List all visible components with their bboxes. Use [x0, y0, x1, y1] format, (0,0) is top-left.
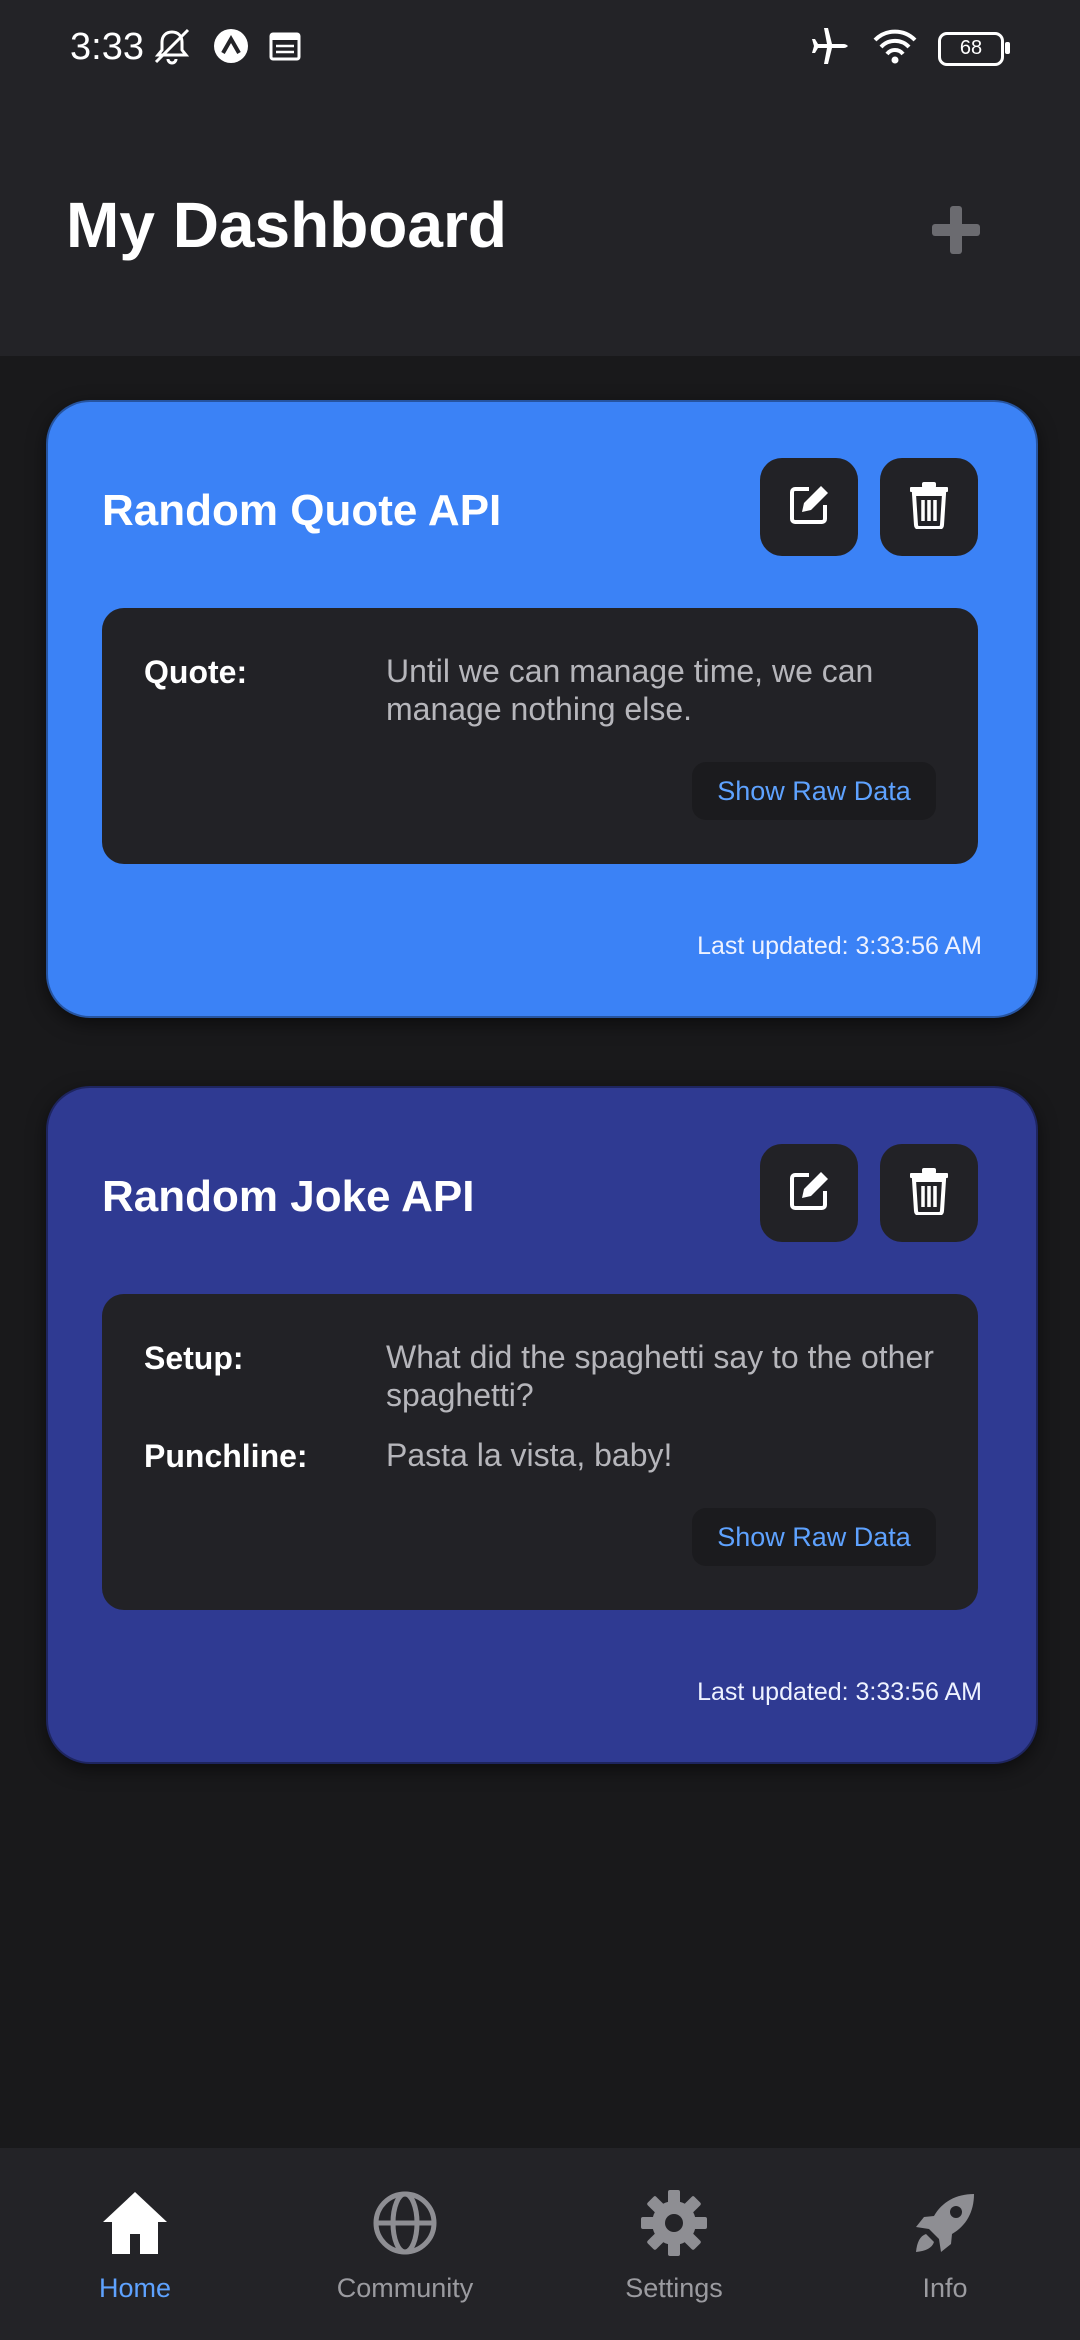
nav-item-home[interactable]: Home — [35, 2188, 235, 2304]
last-updated: Last updated: 3:33:56 AM — [697, 1678, 982, 1706]
delete-button[interactable] — [880, 1144, 978, 1242]
mute-icon — [150, 26, 194, 71]
api-card-joke: Random Joke API Setup: What did the spag… — [46, 1086, 1038, 1764]
rocket-icon — [910, 2188, 980, 2263]
home-icon — [100, 2188, 170, 2263]
nav-label-info: Info — [922, 2273, 968, 2303]
bottom-nav: Home Community Settings Info — [0, 2148, 1080, 2340]
edit-button[interactable] — [760, 458, 858, 556]
response-panel: Setup: What did the spaghetti say to the… — [102, 1294, 978, 1610]
calendar-icon — [268, 29, 302, 68]
wifi-icon — [872, 27, 918, 70]
show-raw-data-button[interactable]: Show Raw Data — [692, 1508, 936, 1566]
nav-item-community[interactable]: Community — [305, 2188, 505, 2304]
response-panel: Quote: Until we can manage time, we can … — [102, 608, 978, 864]
status-time: 3:33 — [70, 26, 144, 68]
field-value-quote: Until we can manage time, we can manage … — [386, 653, 874, 727]
airplane-icon — [808, 26, 852, 71]
nav-item-info[interactable]: Info — [845, 2188, 1045, 2304]
nav-label-community: Community — [336, 2273, 474, 2303]
plus-icon — [928, 202, 984, 263]
field-value-punchline: Pasta la vista, baby! — [386, 1437, 673, 1473]
field-label-punchline: Punchline: — [144, 1438, 308, 1474]
nav-item-settings[interactable]: Settings — [574, 2188, 774, 2304]
gear-icon — [639, 2188, 709, 2263]
last-updated: Last updated: 3:33:56 AM — [697, 932, 982, 960]
edit-icon — [785, 1167, 833, 1220]
header: My Dashboard — [0, 100, 1080, 356]
show-raw-data-button[interactable]: Show Raw Data — [692, 762, 936, 820]
api-card-quote: Random Quote API Quote: Until we can man… — [46, 400, 1038, 1018]
battery-icon: 68 — [938, 31, 1010, 66]
nav-label-settings: Settings — [625, 2273, 723, 2303]
field-label-setup: Setup: — [144, 1340, 244, 1376]
trash-icon — [908, 1167, 950, 1220]
status-icons-right: 68 — [808, 26, 1010, 71]
globe-icon — [370, 2188, 440, 2263]
trash-icon — [908, 481, 950, 534]
app-icon — [212, 27, 250, 70]
field-label-quote: Quote: — [144, 654, 248, 690]
card-title: Random Quote API — [102, 486, 502, 535]
delete-button[interactable] — [880, 458, 978, 556]
status-icons-left — [150, 26, 302, 71]
page-title: My Dashboard — [66, 189, 507, 261]
edit-icon — [785, 481, 833, 534]
field-value-setup: What did the spaghetti say to the other … — [386, 1339, 934, 1413]
edit-button[interactable] — [760, 1144, 858, 1242]
status-bar: 3:33 68 — [0, 0, 1080, 100]
add-button[interactable] — [920, 196, 992, 268]
card-title: Random Joke API — [102, 1172, 475, 1221]
nav-label-home: Home — [98, 2273, 172, 2303]
